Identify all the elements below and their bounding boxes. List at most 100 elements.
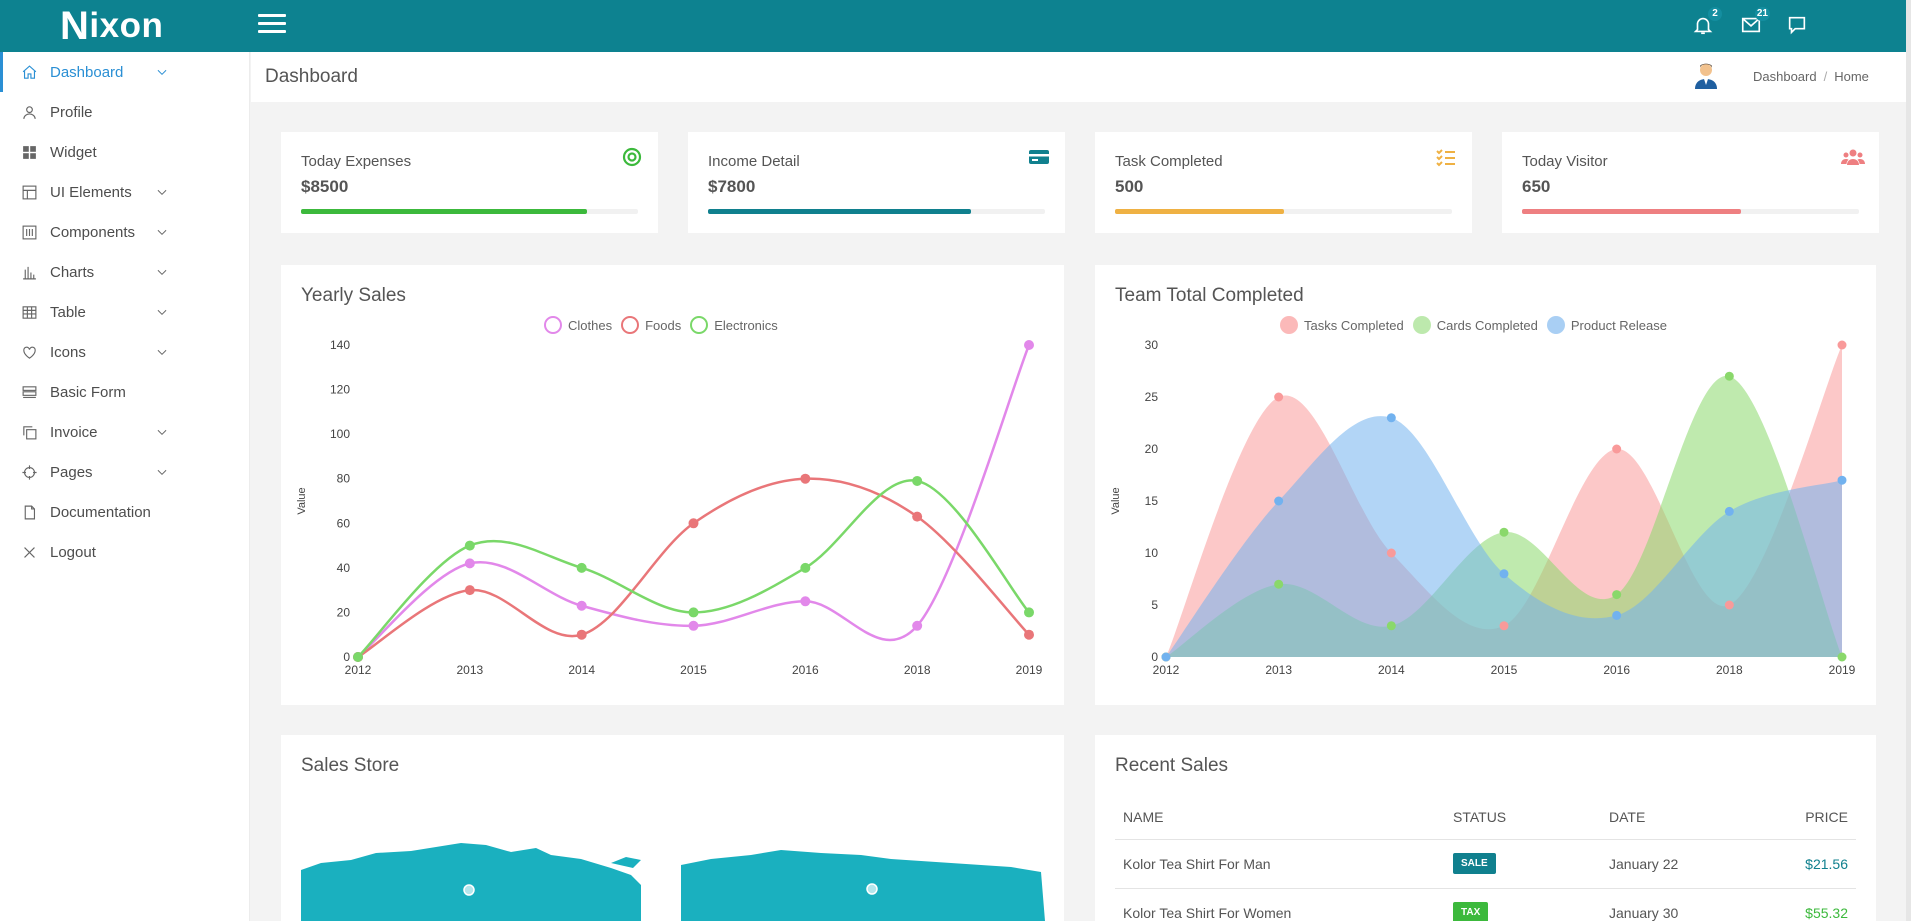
sidebar-item-widget[interactable]: Widget [0,132,249,172]
chat-icon [1788,16,1806,35]
messages-button[interactable]: 21 [1738,7,1770,38]
sidebar-item-charts[interactable]: Charts [0,252,249,292]
close-icon [20,543,38,561]
data-point [464,558,475,569]
data-point [1386,621,1396,631]
x-tick-label: 2019 [1016,663,1043,677]
y-tick-label: 20 [1145,442,1159,456]
sidebar-item-label: Table [50,303,86,321]
sidebar-item-label: Profile [50,103,93,121]
data-point [1837,652,1847,662]
x-tick-label: 2016 [792,663,819,677]
sidebar-item-label: Invoice [50,423,98,441]
yearly-sales-chart: 0 20 40 60 80 100 120 140 2012 2013 2014 2015 2016 20… [296,338,1043,677]
data-point [1837,475,1847,485]
column-header[interactable]: NAME [1115,795,1445,840]
column-header[interactable]: PRICE [1766,795,1856,840]
x-tick-label: 2018 [904,663,931,677]
map-marker[interactable] [463,884,475,896]
sales-store-panel: Sales Store [281,735,1064,921]
sidebar-item-label: Components [50,223,136,241]
panel-title: Recent Sales [1115,755,1229,776]
logo-text: ixon [89,6,164,45]
column-header[interactable]: STATUS [1445,795,1601,840]
menu-toggle-icon[interactable] [258,14,286,38]
x-tick-label: 2013 [1265,663,1292,677]
chevron-down-icon [155,225,169,239]
breadcrumb-dashboard[interactable]: Dashboard [1753,69,1817,84]
logo-initial: N [60,3,90,48]
x-tick-label: 2015 [680,663,707,677]
sidebar-item-label: Dashboard [50,63,124,81]
chat-button[interactable] [1784,12,1810,38]
progress-fill [1522,209,1742,214]
user-icon [20,103,38,121]
sidebar-item-logout[interactable]: Logout [0,532,249,572]
stat-label: Income Detail [708,153,800,170]
sidebar-item-components[interactable]: Components [0,212,249,252]
sidebar-item-table[interactable]: Table [0,292,249,332]
y-tick-label: 30 [1145,338,1159,352]
copy-icon [20,423,38,441]
y-axis-label: Value [296,487,308,514]
data-point [1024,607,1034,618]
x-tick-label: 2013 [456,663,483,677]
sidebar-item-icons[interactable]: Icons [0,332,249,372]
breadcrumb: Dashboard / Home [1753,69,1869,84]
yearly-sales-panel: Yearly Sales Clothes Foods Electronics 0… [281,265,1064,705]
chevron-down-icon [155,425,169,439]
y-tick-label: 80 [337,472,351,486]
sidebar-item-documentation[interactable]: Documentation [0,492,249,532]
notifications-button[interactable]: 2 [1690,7,1722,38]
y-tick-label: 60 [337,516,351,530]
table-row[interactable]: Kolor Tea Shirt For Women TAX January 30… [1115,888,1856,921]
breadcrumb-home[interactable]: Home [1834,69,1869,84]
team-total-panel: Team Total Completed Tasks Completed Car… [1095,265,1876,705]
x-tick-label: 2012 [1153,663,1180,677]
y-tick-label: 0 [343,650,350,664]
window-scrollbar[interactable] [1906,0,1911,921]
widget-icon [20,143,38,161]
data-point [1386,548,1396,558]
table-row[interactable]: Kolor Tea Shirt For Man SALE January 22 … [1115,839,1856,889]
sale-date: January 30 [1601,888,1766,921]
data-point [1612,610,1622,620]
x-tick-label: 2019 [1829,663,1856,677]
heart-icon [20,343,38,361]
avatar[interactable] [1693,61,1719,89]
sidebar-item-invoice[interactable]: Invoice [0,412,249,452]
sidebar-item-profile[interactable]: Profile [0,92,249,132]
x-tick-label: 2015 [1491,663,1518,677]
sidebar-item-label: Documentation [50,503,151,521]
sidebar: Dashboard Profile Widget UI Elements Com… [0,52,250,921]
app-logo[interactable]: Nixon [60,3,164,48]
y-tick-label: 140 [330,338,350,352]
x-tick-label: 2018 [1716,663,1743,677]
y-tick-label: 5 [1151,598,1158,612]
progress-fill [301,209,588,214]
sidebar-item-basic-form[interactable]: Basic Form [0,372,249,412]
data-point [1386,413,1396,423]
data-point [1274,392,1284,402]
column-header[interactable]: DATE [1601,795,1766,840]
sidebar-item-dashboard[interactable]: Dashboard [0,52,249,92]
sidebar-item-label: Widget [50,143,97,161]
map-marker[interactable] [866,883,878,895]
data-point [912,475,923,486]
y-tick-label: 25 [1145,390,1159,404]
x-tick-label: 2016 [1603,663,1630,677]
world-map[interactable] [281,735,1064,921]
data-point [800,562,811,573]
checklist-icon [1436,149,1455,167]
stat-value: 650 [1522,177,1551,196]
sidebar-item-pages[interactable]: Pages [0,452,249,492]
y-tick-label: 40 [337,561,351,575]
data-point [1724,506,1734,516]
product-name: Kolor Tea Shirt For Women [1115,888,1445,921]
progress-bar [1522,209,1859,214]
sidebar-item-label: Logout [50,543,96,561]
y-tick-label: 15 [1145,494,1159,508]
chevron-down-icon [155,305,169,319]
sidebar-item-ui-elements[interactable]: UI Elements [0,172,249,212]
home-icon [20,63,38,81]
